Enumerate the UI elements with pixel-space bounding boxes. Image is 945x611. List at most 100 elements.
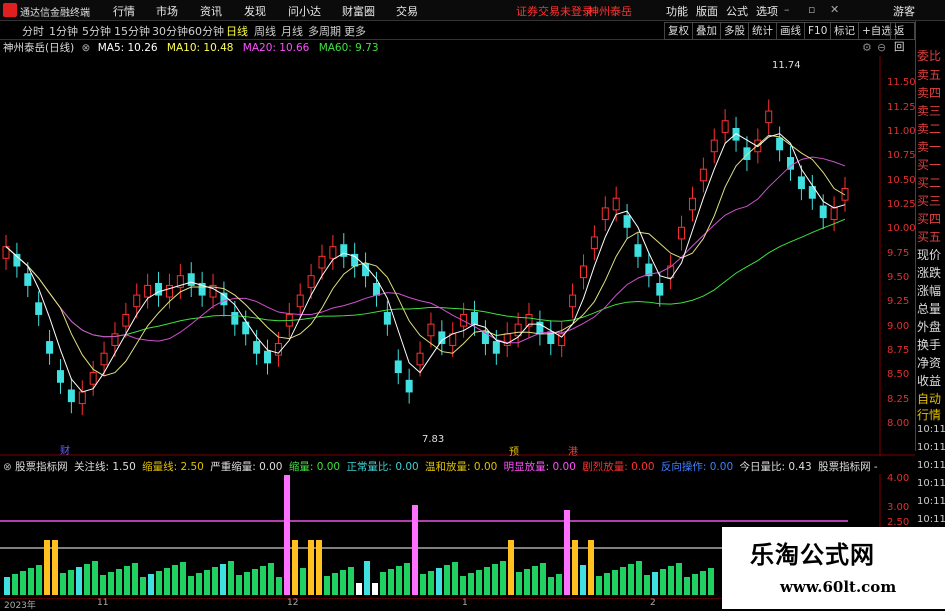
rp-sell5: 卖五 [917, 68, 942, 82]
price-label: 11.00 [887, 126, 916, 137]
stock-title[interactable]: 神州泰岳(日线) [3, 42, 74, 54]
volume-bar [340, 570, 346, 595]
rp-change: 涨跌 [917, 266, 942, 280]
volume-bar [180, 562, 186, 595]
candles [2, 99, 849, 416]
tab-60min[interactable]: 60分钟 [188, 23, 224, 39]
menu-formula[interactable]: 公式 [726, 3, 748, 19]
rp-outer: 外盘 [917, 320, 942, 334]
tab-1min[interactable]: 1分钟 [49, 23, 78, 39]
guest-label[interactable]: 游客 [893, 3, 915, 19]
volume-bar [428, 571, 434, 595]
price-label: 10.75 [887, 150, 916, 161]
volume-bar [668, 566, 674, 595]
volume-bar [60, 573, 66, 595]
price-label: 11.25 [887, 102, 916, 113]
rp-auto[interactable]: 自动 [917, 390, 941, 407]
volume-bar [204, 570, 210, 595]
tab-monthly[interactable]: 月线 [281, 23, 303, 39]
volume-bar [412, 505, 418, 595]
candle [678, 226, 686, 240]
volume-bar [556, 574, 562, 595]
menu-wealth[interactable]: 财富圈 [342, 3, 375, 19]
candle [78, 391, 86, 405]
restore-icon[interactable]: ▫ [808, 3, 815, 16]
menu-discover[interactable]: 发现 [244, 3, 266, 19]
settings-icon[interactable]: ⚙ [862, 41, 872, 54]
back-button[interactable]: 返回 [890, 22, 915, 53]
indicator-name[interactable]: 股票指标网 [15, 461, 68, 473]
volume-bar [116, 569, 122, 595]
volume-bar [628, 564, 634, 595]
volume-bar [524, 569, 530, 595]
tab-multi-period[interactable]: 多周期 [308, 23, 341, 39]
expand-icon[interactable]: ⊗ [82, 42, 91, 54]
menu-market[interactable]: 市场 [156, 3, 178, 19]
volume-bar [684, 577, 690, 595]
collapse-icon[interactable]: ⊗ [3, 461, 12, 473]
kline-chart[interactable] [0, 56, 915, 456]
ma5-line [5, 133, 846, 393]
app-logo-icon [3, 3, 17, 17]
f10-button[interactable]: F10 [804, 22, 832, 40]
volume-bar [492, 564, 498, 595]
volume-bar [692, 574, 698, 595]
ind-tail: 股票指标网 - [818, 461, 878, 473]
event-marker[interactable]: 预 [509, 443, 519, 458]
stats-button[interactable]: 统计 [748, 22, 777, 40]
minus-icon[interactable]: ⊖ [877, 41, 886, 54]
adjust-button[interactable]: 复权 [664, 22, 693, 40]
volume-bar [356, 583, 362, 595]
volume-bar [212, 567, 218, 595]
tab-more[interactable]: 更多 [344, 23, 366, 39]
volume-bar [100, 575, 106, 595]
tab-weekly[interactable]: 周线 [254, 23, 276, 39]
rp-time: 10:11 [917, 460, 945, 471]
ma20-label: MA20: 10.66 [242, 42, 310, 54]
event-marker[interactable]: 港 [568, 443, 578, 458]
volume-bar [468, 573, 474, 595]
menu-options[interactable]: 选项 [756, 3, 778, 19]
menu-layout[interactable]: 版面 [696, 3, 718, 19]
close-icon[interactable]: ✕ [830, 3, 839, 16]
candle [318, 255, 326, 269]
menu-function[interactable]: 功能 [666, 3, 688, 19]
candle [830, 207, 838, 221]
menu-quotes[interactable]: 行情 [113, 3, 135, 19]
event-marker[interactable]: 财 [60, 442, 70, 457]
ma20-line [5, 156, 846, 344]
multi-stock-button[interactable]: 多股 [720, 22, 749, 40]
candle [634, 244, 642, 257]
candle [765, 110, 773, 124]
app-title: 通达信金融终端 [20, 8, 90, 19]
login-notice[interactable]: 证券交易未登录 [516, 3, 593, 19]
volume-bar [644, 575, 650, 595]
watermark-title: 乐淘公式网 [750, 540, 875, 569]
draw-line-button[interactable]: 画线 [776, 22, 805, 40]
volume-bar [276, 577, 282, 595]
volume-bar [76, 567, 82, 595]
ma5-label: MA5: 10.26 [97, 42, 158, 54]
tab-15min[interactable]: 15分钟 [114, 23, 150, 39]
rp-quote[interactable]: 行情 [917, 406, 941, 423]
menu-trade[interactable]: 交易 [396, 3, 418, 19]
ind-guanzhu: 关注线: 1.50 [74, 461, 136, 473]
menu-news[interactable]: 资讯 [200, 3, 222, 19]
volume-bar [404, 563, 410, 595]
volume-bar [676, 563, 682, 595]
tab-daily[interactable]: 日线 [226, 23, 248, 39]
overlay-button[interactable]: 叠加 [692, 22, 721, 40]
tab-30min[interactable]: 30分钟 [152, 23, 188, 39]
candle [699, 168, 707, 182]
menu-ask[interactable]: 问小达 [288, 3, 321, 19]
candle [67, 389, 75, 403]
rp-sell1: 卖一 [917, 140, 942, 154]
minimize-icon[interactable]: – [784, 3, 790, 16]
price-label: 8.00 [887, 418, 910, 429]
volume-bar [52, 540, 58, 595]
tab-5min[interactable]: 5分钟 [82, 23, 111, 39]
tab-timeshare[interactable]: 分时 [22, 23, 44, 39]
date-label: 2 [650, 598, 656, 608]
price-label: 9.25 [887, 296, 910, 307]
mark-button[interactable]: 标记 [830, 22, 859, 40]
